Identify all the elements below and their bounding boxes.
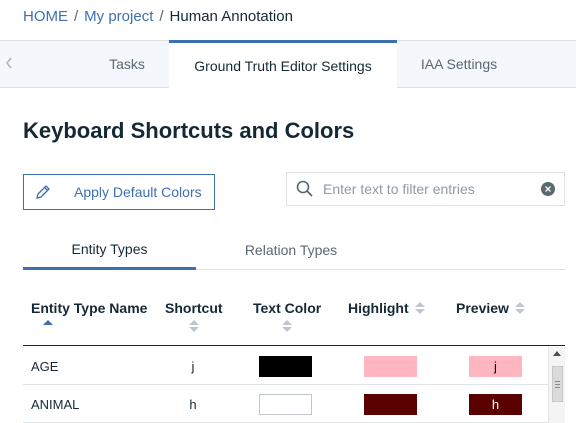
- tab-iaa-settings[interactable]: IAA Settings: [397, 40, 521, 88]
- sort-icon: [514, 302, 525, 314]
- sort-icon: [414, 302, 425, 314]
- scrollbar-thumb[interactable]: [552, 366, 563, 402]
- breadcrumb-separator: /: [74, 8, 79, 25]
- tab-entity-types[interactable]: Entity Types: [23, 230, 196, 270]
- sort-icon: [188, 320, 199, 332]
- page-title: Keyboard Shortcuts and Colors: [23, 118, 355, 143]
- table-row: ANIMAL h h: [23, 385, 548, 423]
- highlight-color-swatch[interactable]: [364, 355, 417, 377]
- table-scrollbar[interactable]: [548, 347, 565, 423]
- column-header-label: Text Color: [253, 300, 322, 316]
- search-input[interactable]: [323, 181, 532, 197]
- column-header-highlight[interactable]: Highlight: [348, 300, 425, 316]
- search-box: [286, 172, 565, 206]
- search-icon: [287, 180, 323, 198]
- tab-relation-types[interactable]: Relation Types: [196, 230, 386, 270]
- column-header-shortcut[interactable]: Shortcut: [165, 300, 223, 332]
- table-header: Entity Type Name Shortcut Text Color Hig…: [23, 290, 565, 346]
- column-header-label: Entity Type Name: [31, 300, 148, 316]
- shortcut-key[interactable]: j: [186, 347, 200, 385]
- scroll-up-arrow-icon[interactable]: [553, 351, 561, 356]
- tab-ground-truth-editor-settings[interactable]: Ground Truth Editor Settings: [169, 40, 397, 89]
- type-tabs: Entity Types Relation Types: [23, 230, 565, 270]
- chevron-left-icon[interactable]: [5, 56, 13, 72]
- entity-type-name: AGE: [31, 358, 59, 374]
- table-body: AGE j j ANIMAL h h: [23, 347, 548, 423]
- preview-swatch: h: [469, 393, 522, 415]
- breadcrumb: HOME / My project / Human Annotation: [23, 8, 293, 25]
- column-header-label: Highlight: [348, 300, 409, 316]
- table-row: AGE j j: [23, 347, 548, 385]
- preview-swatch: j: [469, 355, 522, 377]
- text-color-swatch[interactable]: [259, 393, 312, 415]
- apply-default-colors-button[interactable]: Apply Default Colors: [23, 174, 215, 210]
- entity-type-name: ANIMAL: [31, 396, 80, 412]
- tab-tasks[interactable]: Tasks: [85, 40, 169, 88]
- column-header-label: Shortcut: [165, 300, 223, 316]
- column-header-preview[interactable]: Preview: [456, 300, 525, 316]
- shortcut-key[interactable]: h: [186, 385, 200, 423]
- tab-bar: Tasks Ground Truth Editor Settings IAA S…: [0, 40, 576, 89]
- breadcrumb-current: Human Annotation: [169, 8, 293, 25]
- column-header-entity-type-name[interactable]: Entity Type Name: [31, 300, 147, 325]
- sort-icon: [282, 320, 293, 332]
- text-color-swatch[interactable]: [259, 355, 312, 377]
- highlight-color-swatch[interactable]: [364, 393, 417, 415]
- apply-default-colors-label: Apply Default Colors: [74, 184, 202, 200]
- breadcrumb-separator: /: [159, 8, 164, 25]
- breadcrumb-project-link[interactable]: My project: [84, 8, 153, 25]
- column-header-text-color[interactable]: Text Color: [253, 300, 321, 332]
- sort-ascending-icon: [43, 320, 53, 325]
- breadcrumb-home-link[interactable]: HOME: [23, 8, 68, 25]
- clear-search-icon[interactable]: [532, 182, 564, 196]
- pencil-icon: [24, 184, 62, 200]
- column-header-label: Preview: [456, 300, 509, 316]
